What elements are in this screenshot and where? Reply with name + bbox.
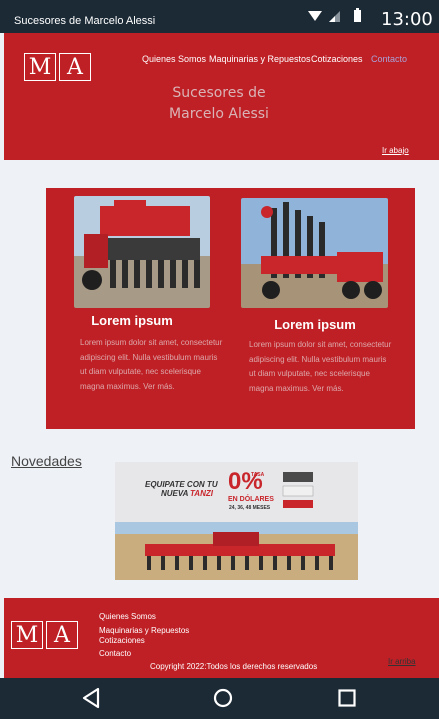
footer-link-cotizaciones[interactable]: Cotizaciones: [99, 636, 145, 645]
nav-cotizaciones[interactable]: Cotizaciones: [311, 54, 363, 64]
site-header: M A Quienes Somos Maquinarias y Repuesto…: [4, 33, 439, 160]
signal-icon: [329, 11, 340, 22]
logo-letter-a: A: [59, 53, 91, 81]
product-1-description: Lorem ipsum dolor sit amet, consectetur …: [80, 338, 223, 391]
product-1-title: Lorem ipsum: [91, 313, 173, 328]
brand-title-line2: Marcelo Alessi: [169, 106, 269, 122]
status-bar: Sucesores de Marcelo Alessi 13:00: [0, 0, 439, 33]
news-banner[interactable]: EQUIPATE CON TU NUEVA TANZI TASA 0% EN D…: [115, 462, 358, 580]
banner-terms: 24, 36, 48 MESES: [229, 505, 271, 511]
scroll-up-link[interactable]: Ir arriba: [388, 657, 416, 666]
back-icon[interactable]: [75, 682, 107, 714]
battery-icon: [354, 8, 361, 22]
product-2-title: Lorem ipsum: [274, 317, 356, 332]
planter-photo[interactable]: [241, 198, 388, 308]
logo-letter-m: M: [24, 53, 56, 81]
products-section: Lorem ipsum Lorem ipsum Lorem ipsum dolo…: [46, 188, 415, 429]
site-logo[interactable]: M A: [24, 53, 91, 81]
site-footer: M A Quienes Somos Maquinarias y Repuesto…: [4, 598, 439, 678]
system-navigation-bar: [0, 678, 439, 719]
footer-logo-letter-m: M: [11, 621, 43, 649]
footer-link-quienes-somos[interactable]: Quienes Somos: [99, 612, 156, 621]
clock: 13:00: [381, 9, 433, 30]
banner-line2-nueva: NUEVA: [161, 489, 189, 498]
footer-logo-letter-a: A: [46, 621, 78, 649]
brand-title: Sucesores de Marcelo Alessi: [154, 83, 284, 125]
banner-rate: 0%: [228, 468, 263, 495]
footer-link-contacto[interactable]: Contacto: [99, 649, 131, 658]
copyright-text: Copyright 2022:Todos los derechos reserv…: [150, 662, 318, 671]
wifi-icon: [308, 11, 322, 21]
recents-icon[interactable]: [331, 682, 363, 714]
status-icons: [308, 8, 361, 22]
banner-line2-tanzi: TANZI: [190, 489, 213, 498]
brand-title-line1: Sucesores de: [172, 85, 266, 101]
seeder-photo[interactable]: [74, 196, 210, 308]
nav-maquinarias-repuestos[interactable]: Maquinarias y Repuestos: [209, 54, 311, 64]
home-icon[interactable]: [207, 682, 239, 714]
news-heading: Novedades: [11, 453, 82, 469]
banner-line1: EQUIPATE CON TU: [145, 480, 218, 489]
product-2-description: Lorem ipsum dolor sit amet, consectetur …: [249, 340, 392, 393]
footer-link-maquinarias[interactable]: Maquinarias y Repuestos: [99, 626, 189, 635]
scroll-down-link[interactable]: Ir abajo: [382, 146, 409, 155]
banner-currency: EN DÓLARES: [228, 496, 274, 503]
nav-contacto[interactable]: Contacto: [371, 54, 407, 64]
nav-quienes-somos[interactable]: Quienes Somos: [142, 54, 206, 64]
footer-logo[interactable]: M A: [11, 621, 78, 649]
app-title: Sucesores de Marcelo Alessi: [14, 15, 156, 27]
